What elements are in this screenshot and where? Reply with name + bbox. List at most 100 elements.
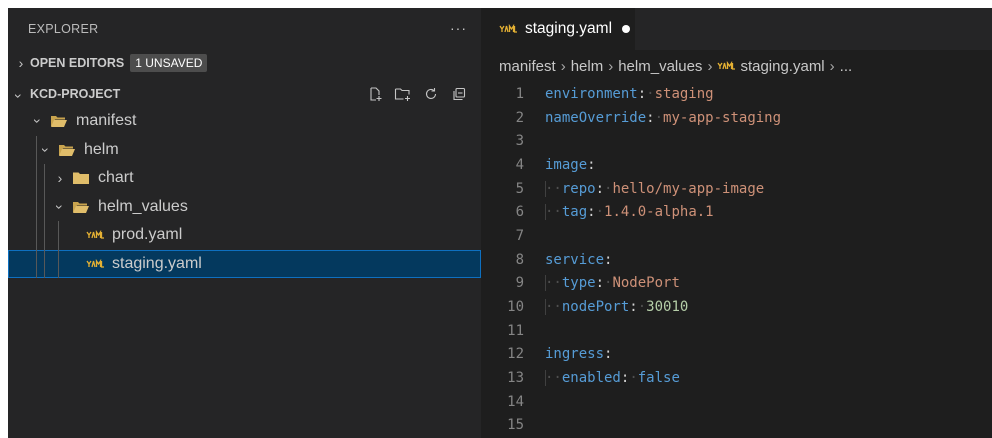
open-editors-label: OPEN EDITORS xyxy=(30,56,125,70)
yaml-key: ingress xyxy=(545,346,605,363)
line-number: 11 xyxy=(507,322,524,339)
yaml-key: service xyxy=(545,251,605,268)
tree-item-label: staging.yaml xyxy=(112,254,202,272)
line-number: 8 xyxy=(515,251,524,268)
unsaved-badge: 1 UNSAVED xyxy=(130,54,208,72)
new-file-icon[interactable] xyxy=(365,85,385,103)
colon: : xyxy=(604,251,613,268)
vscode-window: EXPLORER ··· › OPEN EDITORS 1 UNSAVED › … xyxy=(8,8,992,438)
indent-guide xyxy=(44,221,45,250)
code-line[interactable]: 4 image: xyxy=(481,153,992,177)
project-section[interactable]: › KCD-PROJECT xyxy=(8,81,481,107)
code-line[interactable]: 1 environment:·staging xyxy=(481,82,992,106)
line-number: 2 xyxy=(515,109,524,126)
line-number: 12 xyxy=(507,346,524,363)
whitespace-marker: ·· xyxy=(545,204,562,221)
line-text: ingress: xyxy=(545,346,612,362)
code-line[interactable]: 2 nameOverride:·my-app-staging xyxy=(481,106,992,130)
indent-guide xyxy=(36,192,37,221)
yaml-key: repo xyxy=(561,180,596,197)
colon: : xyxy=(629,299,638,316)
code-line[interactable]: 13 ··enabled:·false xyxy=(481,366,992,390)
code-line[interactable]: 14 xyxy=(481,390,992,414)
tree-item-helm-values[interactable]: › helm_values xyxy=(8,192,481,221)
file-tree: › manifest › helm › chart › helm_values … xyxy=(8,107,481,278)
code-line[interactable]: 15 xyxy=(481,414,992,438)
breadcrumb-item[interactable]: helm_values xyxy=(618,58,702,75)
indent-guide xyxy=(36,221,37,250)
breadcrumb-item[interactable]: ... xyxy=(840,58,853,75)
chevron-right-icon: › xyxy=(707,57,713,75)
tree-item-chart[interactable]: › chart xyxy=(8,164,481,193)
unsaved-dot-icon[interactable] xyxy=(622,25,631,33)
breadcrumb-item[interactable]: manifest xyxy=(499,58,556,75)
more-actions-icon[interactable]: ··· xyxy=(450,20,467,36)
indent-guide xyxy=(545,204,546,221)
chevron-right-icon: › xyxy=(608,57,614,75)
chevron-down-icon: › xyxy=(38,147,54,153)
indent-guide xyxy=(545,180,546,197)
code-area[interactable]: 1 environment:·staging 2 nameOverride:·my-a… xyxy=(481,82,992,437)
line-text: service: xyxy=(545,252,612,268)
new-folder-icon[interactable] xyxy=(393,85,413,103)
breadcrumb-item[interactable]: staging.yaml xyxy=(740,58,824,75)
code-line[interactable]: 9 ··type:·NodePort xyxy=(481,272,992,296)
whitespace-marker: ·· xyxy=(545,180,562,197)
open-editors-section[interactable]: › OPEN EDITORS 1 UNSAVED xyxy=(8,50,481,76)
chevron-down-icon: › xyxy=(30,118,46,124)
yaml-key: type xyxy=(561,275,596,292)
folder-open-icon xyxy=(58,143,76,157)
explorer-toolbar xyxy=(365,85,469,103)
whitespace-marker: · xyxy=(646,85,655,102)
yaml-value: false xyxy=(637,370,680,387)
breadcrumb-item[interactable]: helm xyxy=(571,58,604,75)
tree-item-label: prod.yaml xyxy=(112,226,183,244)
tree-item-label: chart xyxy=(98,169,134,187)
yaml-value: 30010 xyxy=(646,299,689,316)
tree-item-helm[interactable]: › helm xyxy=(8,135,481,164)
tree-item-staging-yaml[interactable]: staging.yaml xyxy=(8,249,481,278)
code-line[interactable]: 8 service: xyxy=(481,248,992,272)
code-line[interactable]: 11 xyxy=(481,319,992,343)
yaml-value: 1.4.0-alpha.1 xyxy=(604,204,714,221)
yaml-key: enabled xyxy=(561,370,621,387)
chevron-down-icon: › xyxy=(11,93,27,99)
code-line[interactable]: 5 ··repo:·hello/my-app-image xyxy=(481,177,992,201)
yaml-key: environment xyxy=(545,85,638,102)
chevron-down-icon: › xyxy=(52,204,68,210)
code-line[interactable]: 10 ··nodePort:·30010 xyxy=(481,295,992,319)
chevron-right-icon: › xyxy=(18,55,24,71)
code-line[interactable]: 6 ··tag:·1.4.0-alpha.1 xyxy=(481,200,992,224)
line-number: 3 xyxy=(515,133,524,150)
line-number: 1 xyxy=(515,85,524,102)
yaml-key: nameOverride xyxy=(545,109,647,126)
indent-guide xyxy=(545,299,546,316)
indent-guide xyxy=(58,249,59,278)
tree-item-manifest[interactable]: › manifest xyxy=(8,107,481,136)
indent-guide xyxy=(36,249,37,278)
indent-guide xyxy=(545,370,546,387)
colon: : xyxy=(604,346,613,363)
tree-item-prod-yaml[interactable]: prod.yaml xyxy=(8,221,481,250)
folder-open-icon xyxy=(72,200,90,214)
colon: : xyxy=(595,180,605,197)
code-line[interactable]: 12 ingress: xyxy=(481,343,992,367)
whitespace-marker: · xyxy=(654,109,664,126)
code-line[interactable]: 3 xyxy=(481,129,992,153)
tab-staging-yaml[interactable]: staging.yaml xyxy=(481,8,635,50)
line-number: 6 xyxy=(515,204,524,221)
explorer-header: EXPLORER ··· xyxy=(8,8,481,50)
tree-item-label: manifest xyxy=(76,112,137,130)
line-text: ··type:·NodePort xyxy=(545,275,680,292)
chevron-right-icon: › xyxy=(829,57,835,75)
indent-guide xyxy=(36,135,37,164)
project-label: KCD-PROJECT xyxy=(30,87,121,101)
yaml-file-icon xyxy=(86,230,104,240)
code-line[interactable]: 7 xyxy=(481,224,992,248)
whitespace-marker: · xyxy=(637,299,647,316)
indent-guide xyxy=(36,164,37,193)
collapse-all-icon[interactable] xyxy=(449,85,469,103)
yaml-file-icon xyxy=(86,258,104,269)
explorer-title: EXPLORER xyxy=(28,22,99,36)
refresh-icon[interactable] xyxy=(421,85,441,103)
